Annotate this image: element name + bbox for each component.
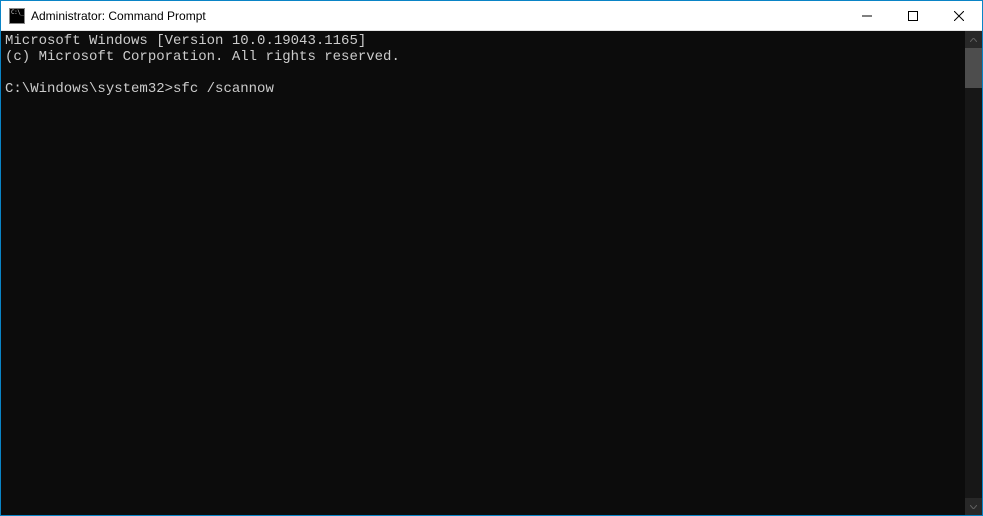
close-button[interactable] <box>936 1 982 31</box>
prompt-text: C:\Windows\system32> <box>5 81 173 97</box>
chevron-down-icon <box>970 505 977 509</box>
titlebar[interactable]: Administrator: Command Prompt <box>1 1 982 31</box>
vertical-scrollbar[interactable] <box>965 31 982 515</box>
terminal-area: Microsoft Windows [Version 10.0.19043.11… <box>1 31 982 515</box>
command-prompt-window: Administrator: Command Prompt Microsoft … <box>0 0 983 516</box>
minimize-icon <box>862 11 872 21</box>
scroll-down-button[interactable] <box>965 498 982 515</box>
window-title: Administrator: Command Prompt <box>31 1 844 31</box>
window-controls <box>844 1 982 30</box>
copyright-line: (c) Microsoft Corporation. All rights re… <box>5 49 400 65</box>
command-input[interactable]: sfc /scannow <box>173 81 274 97</box>
terminal-output[interactable]: Microsoft Windows [Version 10.0.19043.11… <box>1 31 965 515</box>
version-line: Microsoft Windows [Version 10.0.19043.11… <box>5 33 366 49</box>
minimize-button[interactable] <box>844 1 890 31</box>
chevron-up-icon <box>970 38 977 42</box>
cmd-icon <box>9 8 25 24</box>
scroll-up-button[interactable] <box>965 31 982 48</box>
maximize-button[interactable] <box>890 1 936 31</box>
maximize-icon <box>908 11 918 21</box>
scroll-thumb[interactable] <box>965 48 982 88</box>
close-icon <box>954 11 964 21</box>
